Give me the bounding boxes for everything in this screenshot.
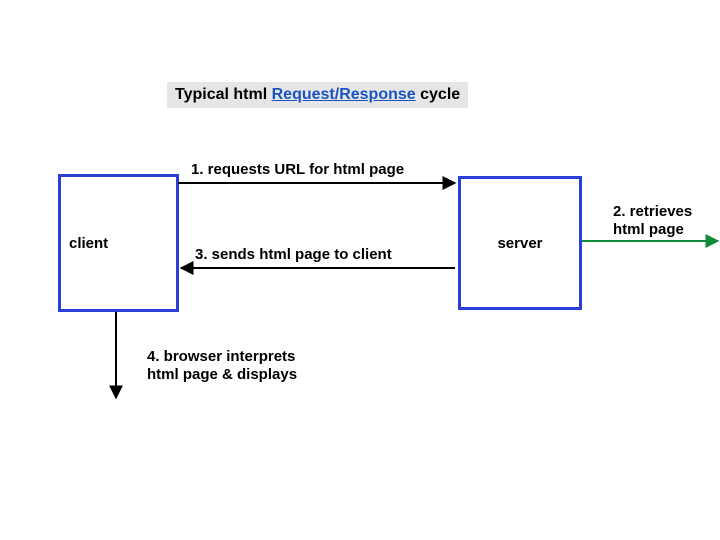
server-box: server <box>458 176 582 310</box>
step-1-label: 1. requests URL for html page <box>191 161 404 179</box>
client-label: client <box>69 235 108 252</box>
title-part1: Typical html <box>175 86 267 103</box>
title-link: Request/Response <box>272 86 416 103</box>
title-part2: cycle <box>420 86 460 103</box>
step-2-label: 2. retrieves html page <box>613 203 692 239</box>
step-4-label: 4. browser interprets html page & displa… <box>147 348 297 384</box>
diagram-title: Typical html Request/Response cycle <box>167 82 468 108</box>
client-box: client <box>58 174 179 312</box>
step-3-label: 3. sends html page to client <box>195 246 392 264</box>
server-label: server <box>497 235 542 252</box>
